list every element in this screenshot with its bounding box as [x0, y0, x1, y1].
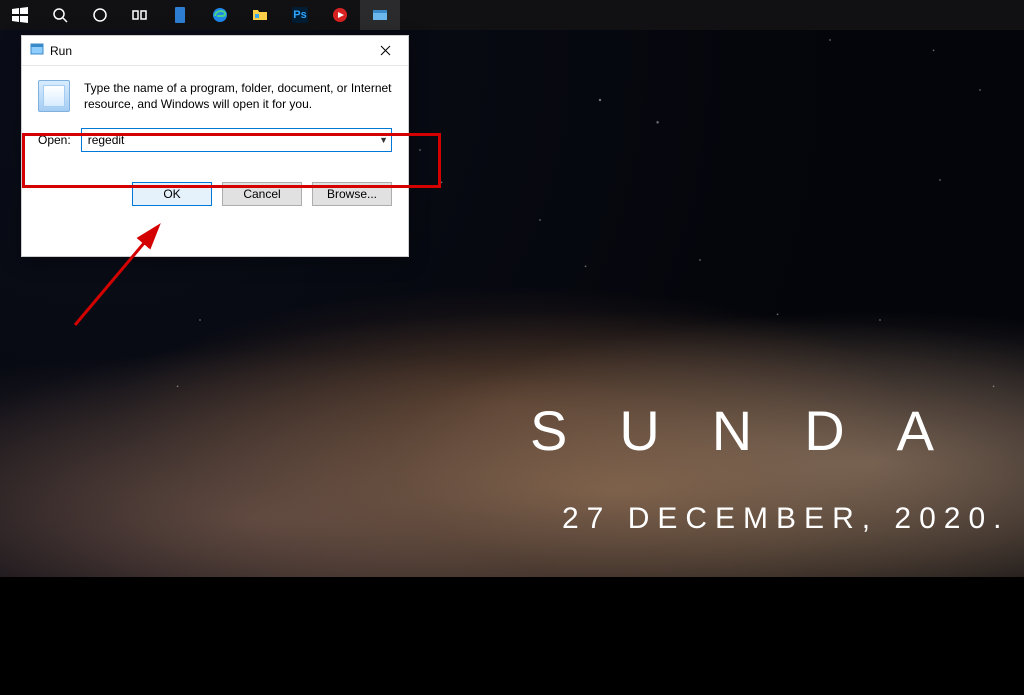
photoshop-app[interactable]: Ps [280, 0, 320, 30]
taskbar: Ps [0, 0, 1024, 30]
windows-icon [12, 7, 28, 23]
window-icon [372, 7, 388, 23]
edge-app[interactable] [200, 0, 240, 30]
taskview-icon [132, 7, 148, 23]
run-description: Type the name of a program, folder, docu… [84, 80, 392, 112]
wallpaper-date-text: 27 DECEMBER, 2020. [562, 502, 1009, 536]
taskview-button[interactable] [120, 0, 160, 30]
close-button[interactable] [363, 36, 408, 66]
media-app[interactable] [320, 0, 360, 30]
open-combobox[interactable]: ▼ [81, 128, 392, 152]
open-label: Open: [38, 133, 71, 147]
ps-icon: Ps [292, 7, 308, 23]
link-icon [175, 7, 185, 23]
tasklink-button[interactable] [160, 0, 200, 30]
open-input[interactable] [81, 128, 392, 152]
run-dialog: Run Type the name of a program, folder, … [21, 35, 409, 257]
ok-button[interactable]: OK [132, 182, 212, 206]
search-icon [52, 7, 68, 23]
media-icon [332, 7, 348, 23]
run-icon [38, 80, 70, 112]
cancel-button[interactable]: Cancel [222, 182, 302, 206]
edge-icon [212, 7, 228, 23]
folder-icon [252, 7, 268, 23]
chevron-down-icon[interactable]: ▼ [379, 135, 388, 145]
run-open-row: Open: ▼ [22, 128, 408, 152]
run-title-icon [30, 42, 44, 59]
browse-button[interactable]: Browse... [312, 182, 392, 206]
cortana-icon [92, 7, 108, 23]
run-body: Type the name of a program, folder, docu… [22, 66, 408, 112]
close-icon [380, 45, 391, 56]
file-explorer-app[interactable] [240, 0, 280, 30]
search-button[interactable] [40, 0, 80, 30]
run-title: Run [50, 44, 363, 58]
run-titlebar[interactable]: Run [22, 36, 408, 66]
wallpaper-day-text: SUNDA [530, 398, 986, 463]
cortana-button[interactable] [80, 0, 120, 30]
start-button[interactable] [0, 0, 40, 30]
explorer-window[interactable] [360, 0, 400, 30]
run-button-row: OK Cancel Browse... [22, 152, 408, 220]
